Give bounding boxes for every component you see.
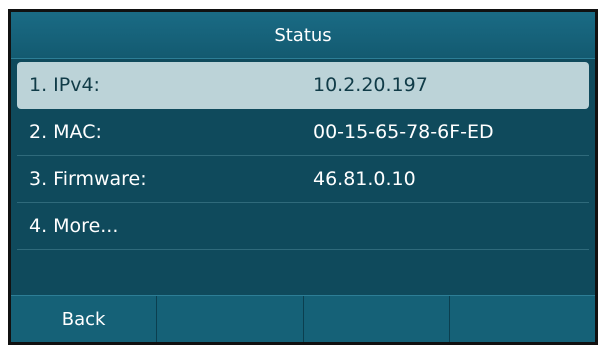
menu-item-label: 4. More... <box>29 215 119 237</box>
status-menu-list: 1. IPv4: 10.2.20.197 2. MAC: 00-15-65-78… <box>11 62 595 250</box>
softkey-2[interactable] <box>157 296 304 342</box>
menu-item-label: 3. Firmware: <box>29 168 147 190</box>
menu-item-more[interactable]: 4. More... <box>17 203 589 250</box>
menu-item-value: 10.2.20.197 <box>313 74 428 96</box>
softkey-4[interactable] <box>450 296 595 342</box>
menu-item-firmware[interactable]: 3. Firmware: 46.81.0.10 <box>17 156 589 203</box>
menu-item-mac[interactable]: 2. MAC: 00-15-65-78-6F-ED <box>17 109 589 156</box>
menu-item-value: 46.81.0.10 <box>313 168 416 190</box>
menu-item-label: 2. MAC: <box>29 121 102 143</box>
back-softkey[interactable]: Back <box>11 296 158 342</box>
phone-screen: Status 1. IPv4: 10.2.20.197 2. MAC: 00-1… <box>8 9 598 345</box>
softkey-bar: Back <box>11 295 595 342</box>
menu-item-value: 00-15-65-78-6F-ED <box>313 121 494 143</box>
screen-title: Status <box>11 12 595 59</box>
menu-item-label: 1. IPv4: <box>29 74 100 96</box>
menu-item-ipv4[interactable]: 1. IPv4: 10.2.20.197 <box>17 62 589 109</box>
softkey-3[interactable] <box>304 296 450 342</box>
